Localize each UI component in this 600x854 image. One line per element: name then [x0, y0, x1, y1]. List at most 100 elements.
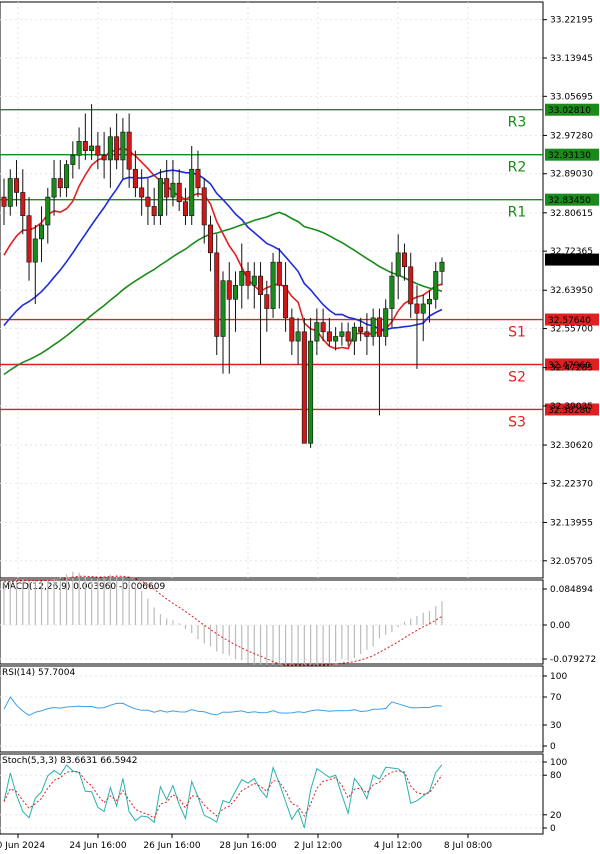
candle-down [358, 326, 364, 333]
candle-up [333, 336, 339, 342]
candle-down [132, 168, 138, 189]
candle-up [314, 322, 320, 342]
tick-label: 100 [550, 758, 567, 768]
candle-down [126, 131, 132, 170]
candle-up [70, 154, 76, 165]
price-tick-label: 32.55700 [550, 325, 593, 335]
candle-down [276, 261, 282, 286]
macd-panel: 0.084894 0.00 -0.079272 MACD(12,26,9) 0.003… [0, 571, 596, 673]
candle-up [89, 145, 95, 151]
candle-down [57, 178, 63, 189]
candle-down [164, 178, 170, 198]
candle-down [258, 275, 264, 295]
candle-down [151, 206, 157, 216]
current-price-label: 32.70552 [548, 256, 591, 266]
level-label-s1: S1 [508, 325, 526, 341]
candle-down [408, 266, 414, 305]
rsi-frame [0, 665, 544, 753]
candle-down [176, 182, 182, 203]
candle-down [320, 322, 326, 333]
price-tick-label: 33.13945 [550, 54, 593, 64]
tick-label: 0 [550, 742, 556, 752]
candle-down [182, 201, 188, 216]
candle-up [270, 261, 276, 309]
candle-down [95, 145, 101, 156]
candle-up [308, 340, 314, 444]
price-tick-label: 32.63950 [550, 286, 593, 296]
price-axis: 33.22195 33.13945 33.05695 32.97280 32.89030… [543, 16, 599, 567]
price-tick-label: 32.89030 [550, 170, 593, 180]
candle-down [207, 224, 213, 254]
candle-down [364, 331, 370, 337]
candle-down [226, 280, 232, 300]
candle-up [220, 280, 226, 337]
price-tick-label: 33.22195 [550, 16, 593, 26]
tick-label: -0.079272 [550, 655, 596, 665]
level-price-r2: 32.93130 [548, 151, 591, 161]
candle-down [414, 303, 420, 314]
price-tick-label: 32.97280 [550, 131, 593, 141]
time-tick-label: 8 Jul 08:00 [444, 841, 493, 851]
candle-down [264, 294, 270, 309]
price-tick-label: 32.47285 [550, 364, 593, 374]
stoch-frame [0, 753, 544, 835]
candle-up [351, 326, 357, 342]
candle-down [139, 187, 145, 198]
level-label-r3: R3 [508, 115, 527, 131]
price-tick-label: 33.05695 [550, 92, 593, 102]
tick-label: 70 [550, 693, 562, 703]
time-tick-label: 26 Jun 16:00 [143, 841, 200, 851]
candle-down [376, 317, 382, 337]
rsi-label: RSI(14) 57.7004 [2, 668, 75, 678]
candle-up [439, 261, 445, 272]
rsi-panel: 100 70 30 0 RSI(14) 57.7004 [0, 665, 567, 753]
level-price-r3: 33.02810 [548, 106, 591, 116]
candle-down [201, 187, 207, 226]
candle-up [51, 178, 57, 198]
candle-up [339, 331, 345, 337]
stochastic-panel: 100 80 20 0 Stoch(5,3,3) 83.6631 66.5942 [0, 753, 567, 835]
macd-frame [0, 579, 544, 665]
candle-up [426, 298, 432, 305]
candle-down [289, 317, 295, 342]
time-axis: 20 Jun 2024 24 Jun 16:00 26 Jun 16:00 28 Ju… [0, 834, 492, 851]
candle-down [145, 196, 151, 207]
candle-up [120, 131, 126, 161]
candle-down [326, 331, 332, 342]
level-label-s2: S2 [508, 370, 526, 386]
candle-down [401, 252, 407, 268]
tick-label: 100 [550, 672, 567, 682]
level-label-s3: S3 [508, 414, 526, 430]
time-tick-label: 20 Jun 2024 [0, 841, 45, 851]
candle-down [214, 252, 220, 337]
price-tick-label: 32.22370 [550, 479, 593, 489]
candle-down [20, 192, 26, 216]
price-tick-label: 32.13955 [550, 518, 593, 528]
time-tick-label: 4 Jul 12:00 [374, 841, 423, 851]
time-tick-label: 2 Jul 12:00 [294, 841, 343, 851]
tick-label: 20 [550, 811, 562, 821]
tick-label: 0.00 [550, 621, 570, 631]
candle-up [389, 275, 395, 309]
candle-down [345, 331, 351, 342]
candle-up [7, 178, 13, 207]
candle-up [395, 252, 401, 277]
tick-label: 0 [550, 824, 556, 834]
stoch-label: Stoch(5,3,3) 83.6631 66.5942 [2, 756, 137, 766]
tick-label: 80 [550, 771, 562, 781]
candle-down [301, 331, 307, 444]
level-label-r1: R1 [508, 205, 527, 221]
candle-up [420, 303, 426, 314]
price-tick-label: 32.30620 [550, 441, 593, 451]
chart-canvas: R333.02810R232.93130R132.83450S132.57640… [0, 1, 599, 851]
candle-up [251, 275, 257, 286]
tick-label: 0.084894 [550, 585, 593, 595]
candle-down [14, 178, 20, 193]
candle-down [245, 271, 251, 286]
candle-down [195, 168, 201, 189]
candle-down [1, 196, 7, 207]
candle-up [32, 238, 38, 263]
candle-up [370, 317, 376, 337]
candle-up [76, 141, 82, 156]
candle-down [101, 154, 107, 161]
